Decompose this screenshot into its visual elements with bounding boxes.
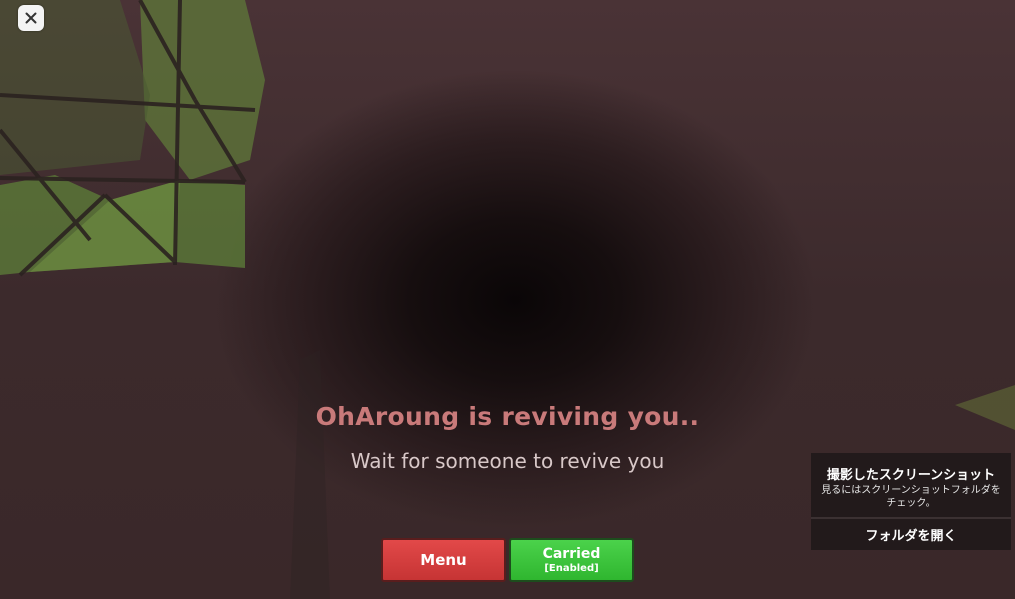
carried-button-state: [Enabled] — [544, 562, 599, 574]
carried-toggle-button[interactable]: Carried [Enabled] — [509, 538, 634, 582]
menu-button[interactable]: Menu — [381, 538, 506, 582]
close-button[interactable] — [18, 5, 44, 31]
screenshot-title: 撮影したスクリーンショット — [826, 468, 996, 483]
close-icon — [25, 12, 37, 24]
menu-button-label: Menu — [420, 551, 467, 569]
screenshot-notification: 撮影したスクリーンショット 見るにはスクリーンショットフォルダをチェック。 フォ… — [811, 453, 1011, 550]
carried-button-label: Carried — [542, 545, 601, 562]
revive-status-title: OhAroung is reviving you.. — [315, 402, 700, 431]
screenshot-description: 見るにはスクリーンショットフォルダをチェック。 — [821, 485, 1001, 509]
open-folder-button[interactable]: フォルダを開く — [811, 519, 1011, 550]
screenshot-info: 撮影したスクリーンショット 見るにはスクリーンショットフォルダをチェック。 — [811, 453, 1011, 517]
